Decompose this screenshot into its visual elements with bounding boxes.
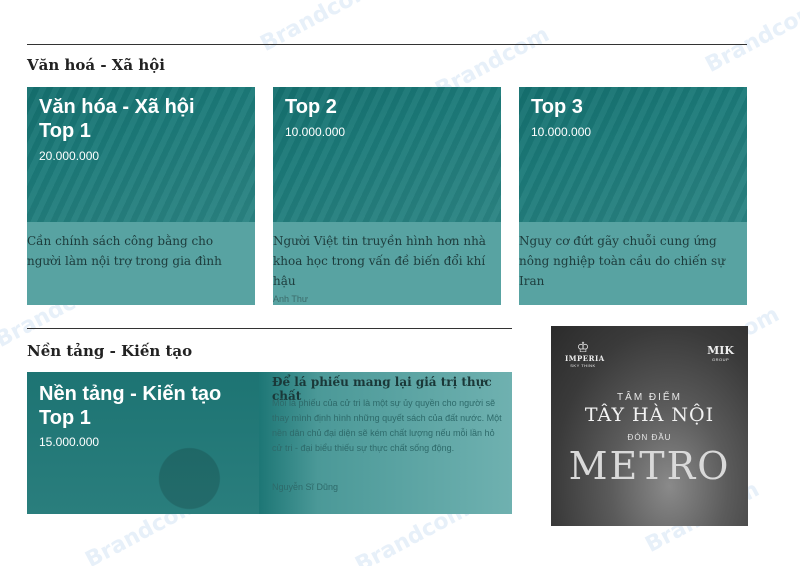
article-author: Anh Thư xyxy=(273,294,308,304)
article-card-wide[interactable]: Nền tảng - Kiến tạo Top 1 15.000.000 Để … xyxy=(27,372,512,514)
article-card-top-1[interactable]: Văn hóa - Xã hội Top 1 20.000.000 Cần ch… xyxy=(27,87,255,305)
article-headline[interactable]: Cần chính sách công bằng cho người làm n… xyxy=(27,231,251,271)
article-headline[interactable]: Người Việt tin truyền hình hơn nhà khoa … xyxy=(273,231,497,291)
card-rank-title: Văn hóa - Xã hội Top 1 xyxy=(39,96,195,142)
watermark: Brandcom xyxy=(256,0,379,57)
watermark: Brandcom xyxy=(701,0,800,78)
ad-line-3: ĐÓN ĐẦU xyxy=(627,433,672,442)
ad-line-2: TÂY HÀ NỘI xyxy=(584,404,715,426)
ad-line-1: TÂM ĐIỂM xyxy=(617,392,682,403)
article-card-top-3[interactable]: Top 3 10.000.000 Nguy cơ đứt gãy chuỗi c… xyxy=(519,87,747,305)
article-card-top-2[interactable]: Top 2 10.000.000 Người Việt tin truyền h… xyxy=(273,87,501,305)
section-divider xyxy=(27,44,747,45)
section-title: Nền tảng - Kiến tạo xyxy=(27,342,193,360)
advertisement-banner[interactable]: ♔ IMPERIA SKY THINK MIK GROUP TÂM ĐIỂM T… xyxy=(551,326,748,526)
card-rank-title: Nền tảng - Kiến tạo Top 1 xyxy=(39,383,222,429)
article-headline[interactable]: Nguy cơ đứt gãy chuỗi cung ứng nông nghi… xyxy=(519,231,743,291)
prize-amount: 10.000.000 xyxy=(531,125,592,139)
crown-icon: ♔ xyxy=(576,339,590,355)
article-author: Nguyễn Sĩ Dũng xyxy=(272,482,339,492)
prize-amount: 20.000.000 xyxy=(39,149,100,163)
prize-amount: 10.000.000 xyxy=(285,125,346,139)
imperia-logo: ♔ IMPERIA SKY THINK xyxy=(565,339,605,368)
section-title: Văn hoá - Xã hội xyxy=(27,56,165,74)
article-excerpt: Mỗi lá phiếu của cử tri là một sự ủy quy… xyxy=(272,398,502,453)
card-rank-title: Top 2 xyxy=(285,96,337,118)
card-rank-title: Top 3 xyxy=(531,96,583,118)
mik-logo: MIK GROUP xyxy=(707,344,734,362)
section-divider xyxy=(27,328,512,329)
prize-amount: 15.000.000 xyxy=(39,435,100,449)
ad-line-4: METRO xyxy=(568,444,731,488)
